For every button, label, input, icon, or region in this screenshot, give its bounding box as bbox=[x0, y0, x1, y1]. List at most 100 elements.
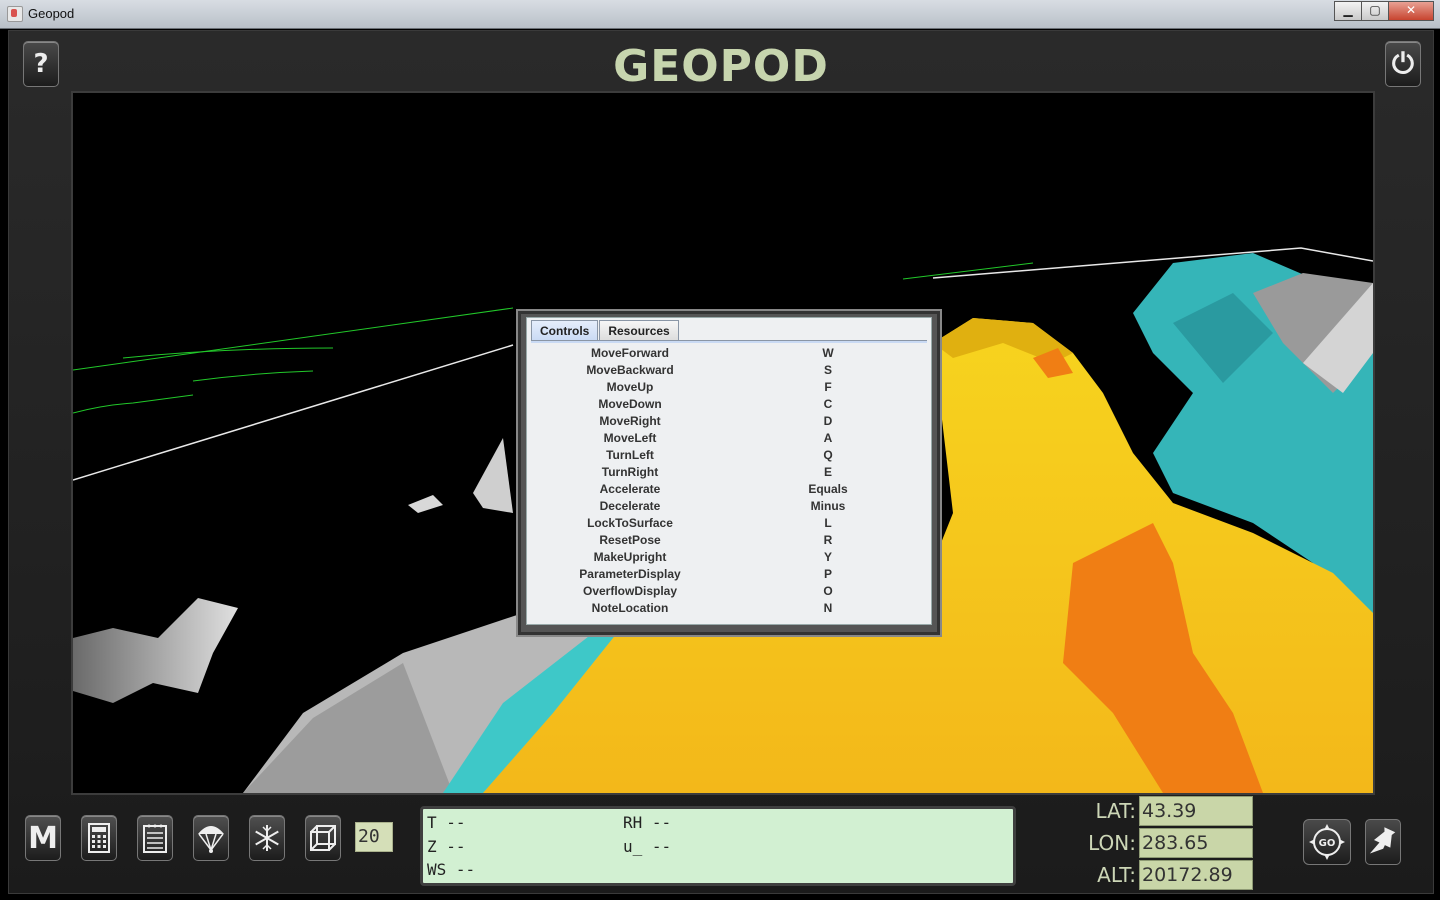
control-action: TurnRight bbox=[601, 465, 659, 479]
tab-underline bbox=[531, 340, 927, 343]
control-action: MoveRight bbox=[599, 414, 661, 428]
go-target-icon: GO bbox=[1309, 824, 1345, 860]
go-button[interactable]: GO bbox=[1303, 819, 1351, 865]
table-row: MoveForward W bbox=[531, 346, 927, 363]
table-row: MoveLeft A bbox=[531, 431, 927, 448]
control-key: O bbox=[823, 584, 833, 598]
control-action: ParameterDisplay bbox=[579, 567, 681, 581]
alt-field[interactable]: 20172.89 bbox=[1139, 860, 1253, 890]
lat-label: LAT: bbox=[1095, 799, 1137, 823]
notepad-button[interactable] bbox=[137, 815, 173, 861]
control-key: A bbox=[823, 431, 833, 445]
temperature-readout: T -- bbox=[427, 813, 466, 832]
table-row: MoveDown C bbox=[531, 397, 927, 414]
tab-controls[interactable]: Controls bbox=[531, 320, 599, 341]
lat-field[interactable]: 43.39 bbox=[1139, 796, 1253, 826]
dialog-tabs: Controls Resources bbox=[531, 320, 680, 341]
cube-icon bbox=[310, 825, 336, 851]
humidity-readout: RH -- bbox=[623, 813, 672, 832]
snowflake-icon bbox=[255, 825, 279, 851]
power-button[interactable]: ⏻ bbox=[1385, 41, 1421, 87]
control-key: F bbox=[824, 380, 832, 394]
parameter-readout: T -- RH -- Z -- u_ -- WS -- bbox=[420, 806, 1016, 886]
table-row: TurnRight E bbox=[531, 465, 927, 482]
control-action: OverflowDisplay bbox=[582, 584, 678, 598]
lon-field[interactable]: 283.65 bbox=[1139, 828, 1253, 858]
menu-button[interactable]: M bbox=[25, 815, 61, 861]
control-key: S bbox=[823, 363, 832, 377]
controls-dialog: Controls Resources MoveForward W MoveBack… bbox=[516, 309, 942, 637]
window-controls: ▁ ▢ ✕ bbox=[1334, 1, 1434, 21]
control-action: MoveUp bbox=[606, 380, 654, 394]
3d-viewport[interactable]: Controls Resources MoveForward W MoveBack… bbox=[71, 91, 1375, 795]
controls-table: MoveForward W MoveBackward S MoveUp F MoveD… bbox=[531, 346, 927, 618]
pushpin-button[interactable] bbox=[1365, 819, 1401, 865]
wind-u-readout: u_ -- bbox=[623, 837, 672, 856]
table-row: LockToSurface L bbox=[531, 516, 927, 533]
calculator-button[interactable] bbox=[81, 815, 117, 861]
dialog-panel: Controls Resources MoveForward W MoveBack… bbox=[526, 317, 932, 625]
control-key: Q bbox=[823, 448, 833, 462]
speed-field[interactable]: 20 bbox=[355, 822, 393, 852]
help-icon: ? bbox=[33, 49, 49, 79]
maximize-button[interactable]: ▢ bbox=[1361, 1, 1389, 21]
table-row: Decelerate Minus bbox=[531, 499, 927, 516]
control-key: D bbox=[823, 414, 833, 428]
minimize-button[interactable]: ▁ bbox=[1334, 1, 1362, 21]
control-key: L bbox=[824, 516, 832, 530]
control-action: MoveBackward bbox=[586, 363, 674, 377]
table-row: MakeUpright Y bbox=[531, 550, 927, 567]
table-row: MoveRight D bbox=[531, 414, 927, 431]
m-icon: M bbox=[28, 820, 58, 856]
control-key: R bbox=[823, 533, 833, 547]
notepad-icon bbox=[143, 824, 167, 853]
control-action: LockToSurface bbox=[587, 516, 673, 530]
control-key: W bbox=[822, 346, 834, 360]
table-row: OverflowDisplay O bbox=[531, 584, 927, 601]
table-row: ParameterDisplay P bbox=[531, 567, 927, 584]
control-action: TurnLeft bbox=[606, 448, 654, 462]
calculator-icon bbox=[88, 823, 110, 853]
java-app-icon bbox=[7, 6, 23, 22]
wind-speed-readout: WS -- bbox=[427, 860, 476, 879]
control-action: Decelerate bbox=[599, 499, 661, 513]
parachute-icon bbox=[198, 826, 224, 853]
power-icon: ⏻ bbox=[1391, 47, 1415, 80]
gray-surface-left bbox=[73, 598, 238, 703]
control-key: E bbox=[823, 465, 832, 479]
table-row: NoteLocation N bbox=[531, 601, 927, 618]
control-key: C bbox=[823, 397, 833, 411]
geopod-logo: GEOPOD bbox=[613, 41, 829, 92]
control-key: N bbox=[823, 601, 833, 615]
go-label: GO bbox=[1319, 838, 1336, 849]
close-button[interactable]: ✕ bbox=[1388, 1, 1434, 21]
table-row: TurnLeft Q bbox=[531, 448, 927, 465]
control-action: MoveForward bbox=[590, 346, 669, 360]
table-row: Accelerate Equals bbox=[531, 482, 927, 499]
control-key: Y bbox=[823, 550, 832, 564]
alt-label: ALT: bbox=[1097, 863, 1136, 887]
table-row: MoveBackward S bbox=[531, 363, 927, 380]
control-action: NoteLocation bbox=[591, 601, 669, 615]
window-titlebar: Geopod ▁ ▢ ✕ bbox=[0, 0, 1440, 29]
control-action: MoveDown bbox=[598, 397, 662, 411]
lon-label: LON: bbox=[1088, 831, 1136, 855]
window-title: Geopod bbox=[28, 6, 75, 21]
control-action: ResetPose bbox=[599, 533, 661, 547]
cube-button[interactable] bbox=[305, 815, 341, 861]
height-readout: Z -- bbox=[427, 837, 466, 856]
control-action: MakeUpright bbox=[593, 550, 667, 564]
geopod-app: ? GEOPOD ⏻ Controls Resources MoveForwar… bbox=[8, 30, 1434, 894]
control-key: P bbox=[823, 567, 832, 581]
control-key: Equals bbox=[808, 482, 848, 496]
pushpin-icon bbox=[1369, 827, 1396, 854]
control-action: MoveLeft bbox=[603, 431, 657, 445]
snowflake-button[interactable] bbox=[249, 815, 285, 861]
tab-resources[interactable]: Resources bbox=[599, 320, 679, 341]
table-row: MoveUp F bbox=[531, 380, 927, 397]
parachute-button[interactable] bbox=[193, 815, 229, 861]
control-action: Accelerate bbox=[599, 482, 661, 496]
control-key: Minus bbox=[810, 499, 846, 513]
table-row: ResetPose R bbox=[531, 533, 927, 550]
help-button[interactable]: ? bbox=[23, 41, 59, 87]
